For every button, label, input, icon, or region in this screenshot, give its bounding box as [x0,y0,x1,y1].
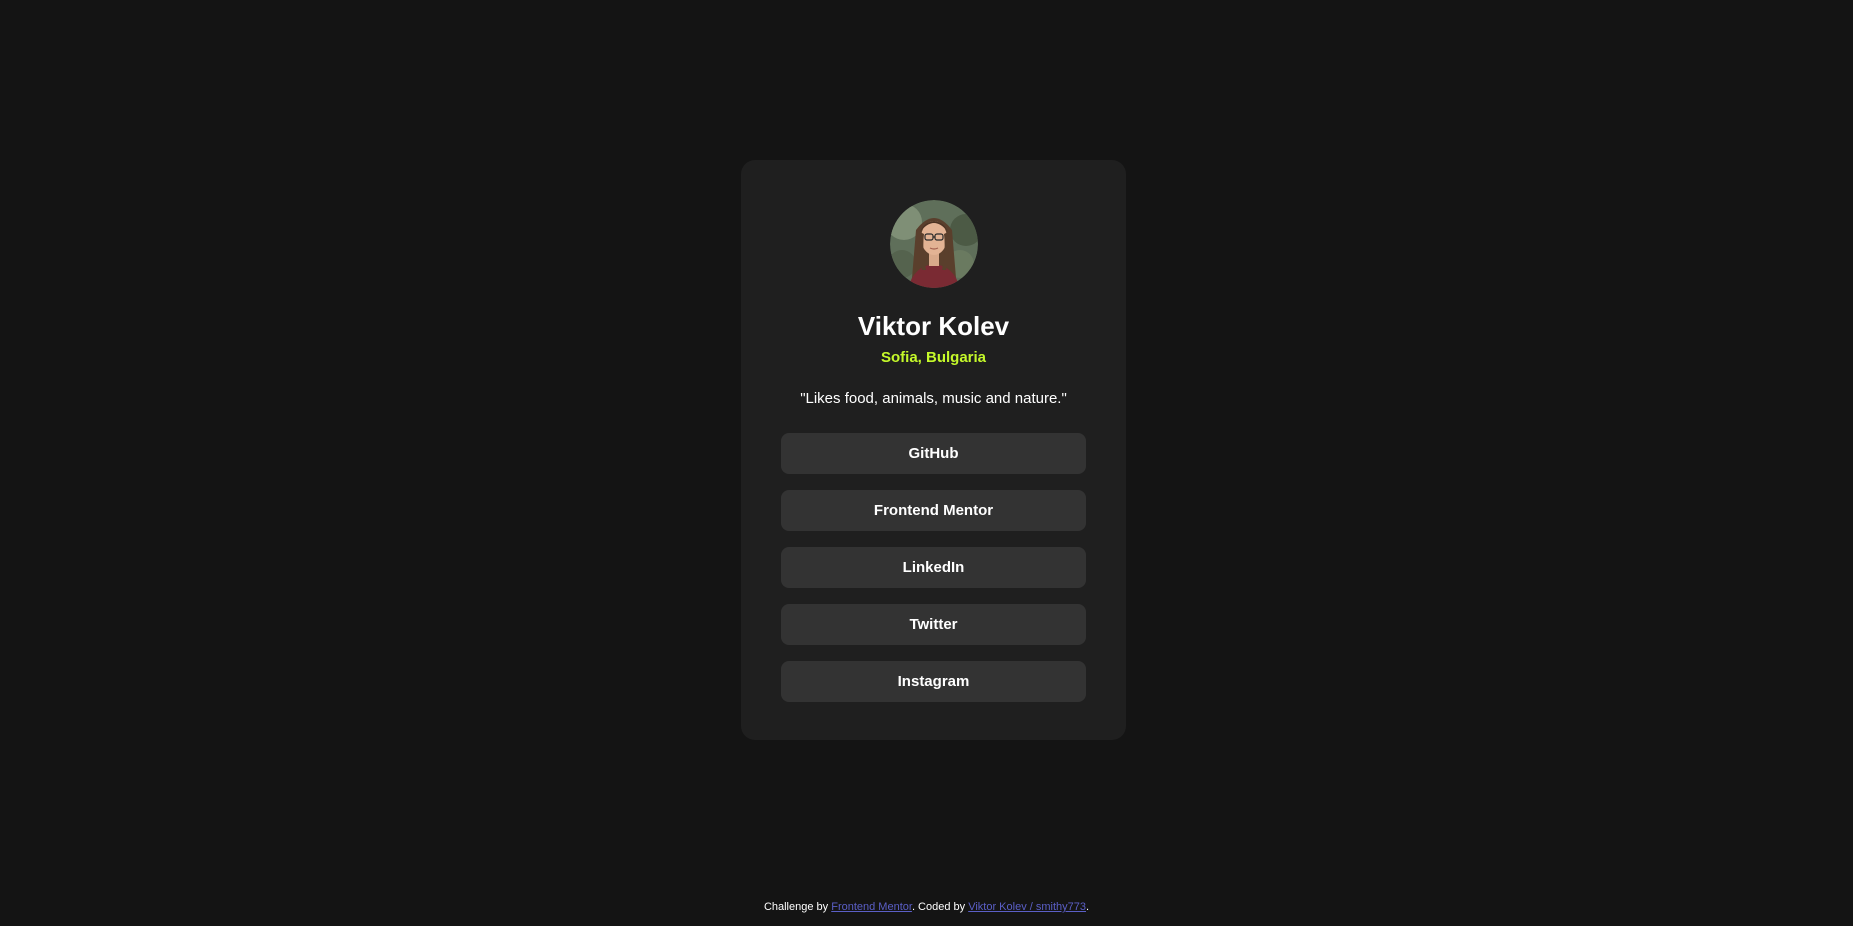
avatar [889,200,978,288]
list-item: Twitter [781,604,1086,645]
instagram-link-button[interactable]: Instagram [781,661,1086,702]
footer-coded-text: . Coded by [911,901,969,913]
frontend-mentor-footer-link[interactable]: Frontend Mentor [831,901,912,913]
frontend-mentor-link-button[interactable]: Frontend Mentor [781,490,1086,531]
list-item: Instagram [781,661,1086,702]
profile-location: Sofia, Bulgaria [880,349,987,366]
footer-suffix: . [1086,901,1090,913]
list-item: GitHub [781,433,1086,474]
attribution-footer: Challenge by Frontend Mentor. Coded by V… [0,898,1853,916]
twitter-link-button[interactable]: Twitter [781,604,1086,645]
page: Viktor Kolev Sofia, Bulgaria "Likes food… [0,0,1853,926]
profile-name: Viktor Kolev [857,311,1010,341]
list-item: LinkedIn [781,547,1086,588]
social-links-list: GitHub Frontend Mentor LinkedIn Twitter … [781,433,1086,702]
profile-card: Viktor Kolev Sofia, Bulgaria "Likes food… [741,160,1126,740]
linkedin-link-button[interactable]: LinkedIn [781,547,1086,588]
footer-challenge-text: Challenge by [763,901,832,913]
github-link-button[interactable]: GitHub [781,433,1086,474]
avatar-photo-icon [889,200,978,288]
author-footer-link[interactable]: Viktor Kolev / smithy773 [968,901,1086,913]
profile-bio: "Likes food, animals, music and nature." [800,390,1067,407]
list-item: Frontend Mentor [781,490,1086,531]
